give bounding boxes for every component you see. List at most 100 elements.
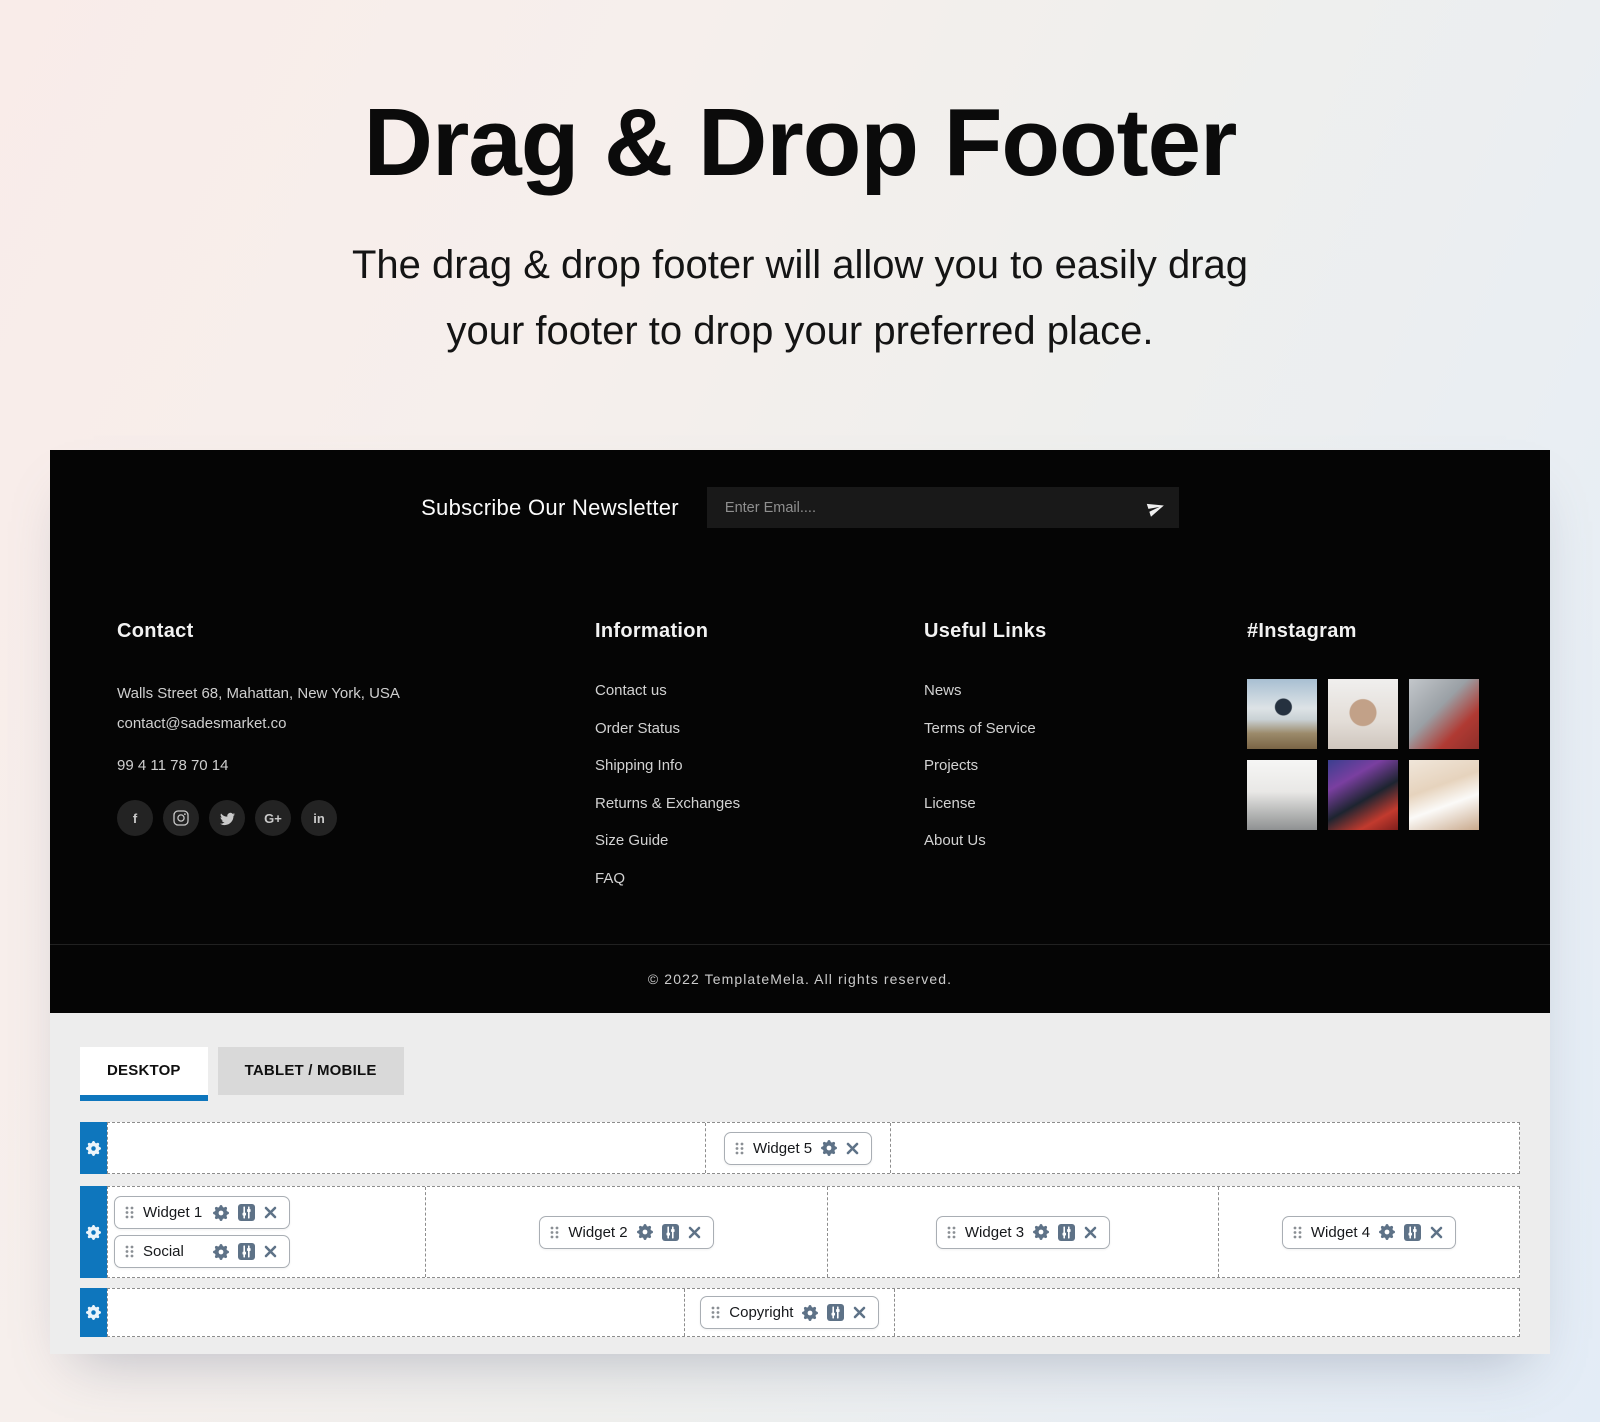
drag-handle-icon[interactable]: [711, 1306, 720, 1319]
widget-remove-x-icon[interactable]: [264, 1245, 277, 1258]
footer-link[interactable]: Size Guide: [595, 829, 740, 852]
widget-pill-copyright[interactable]: Copyright: [700, 1296, 879, 1329]
tab-desktop[interactable]: DESKTOP: [80, 1047, 208, 1095]
builder-row: Widget 1 Social: [80, 1186, 1520, 1278]
drop-cell[interactable]: Widget 2: [426, 1187, 828, 1277]
instagram-photo-cyclist[interactable]: [1247, 679, 1317, 749]
widget-settings-gear-icon[interactable]: [213, 1205, 229, 1221]
instagram-icon[interactable]: [163, 800, 199, 836]
widget-label: Widget 5: [753, 1140, 812, 1157]
page-title: Drag & Drop Footer: [0, 0, 1600, 198]
widget-columns-sliders-icon[interactable]: [1058, 1224, 1075, 1241]
gear-icon: [86, 1141, 101, 1156]
instagram-grid: [1247, 679, 1479, 830]
drop-cell[interactable]: Widget 5: [706, 1123, 891, 1173]
widget-label: Widget 3: [965, 1224, 1024, 1241]
footer-link[interactable]: Contact us: [595, 679, 740, 702]
information-heading: Information: [595, 620, 740, 643]
newsletter-input-box: [707, 487, 1179, 528]
instagram-heading: #Instagram: [1247, 620, 1479, 643]
tab-tablet-mobile[interactable]: TABLET / MOBILE: [218, 1047, 404, 1095]
facebook-icon[interactable]: f: [117, 800, 153, 836]
widget-remove-x-icon[interactable]: [853, 1306, 866, 1319]
social-links: f G+ in: [117, 800, 400, 836]
contact-email[interactable]: contact@sadesmarket.co: [117, 709, 400, 739]
footer-link[interactable]: FAQ: [595, 867, 740, 890]
widget-label: Widget 2: [568, 1224, 627, 1241]
paper-plane-icon: [1147, 499, 1165, 517]
drop-cell[interactable]: Widget 4: [1219, 1187, 1519, 1277]
drop-cell[interactable]: Widget 3: [828, 1187, 1219, 1277]
contact-address: Walls Street 68, Mahattan, New York, USA: [117, 679, 400, 709]
footer-link[interactable]: Returns & Exchanges: [595, 792, 740, 815]
instagram-photo-bedroom[interactable]: [1247, 760, 1317, 830]
footer-link[interactable]: License: [924, 792, 1047, 815]
drag-handle-icon[interactable]: [947, 1226, 956, 1239]
builder-tabs: DESKTOP TABLET / MOBILE: [80, 1047, 1520, 1095]
drop-cell[interactable]: [108, 1289, 685, 1336]
instagram-photo-mechanic[interactable]: [1409, 679, 1479, 749]
widget-remove-x-icon[interactable]: [688, 1226, 701, 1239]
drop-cell[interactable]: [895, 1289, 1519, 1336]
footer-link[interactable]: Order Status: [595, 717, 740, 740]
footer-link[interactable]: Terms of Service: [924, 717, 1047, 740]
instagram-photo-firefighter[interactable]: [1328, 760, 1398, 830]
widget-settings-gear-icon[interactable]: [802, 1305, 818, 1321]
useful-links-heading: Useful Links: [924, 620, 1047, 643]
google-plus-icon[interactable]: G+: [255, 800, 291, 836]
page-subtitle: The drag & drop footer will allow you to…: [0, 232, 1600, 364]
widget-settings-gear-icon[interactable]: [637, 1224, 653, 1240]
row-settings-button[interactable]: [80, 1288, 107, 1337]
widget-columns-sliders-icon[interactable]: [662, 1224, 679, 1241]
drag-handle-icon[interactable]: [125, 1206, 134, 1219]
contact-column: Contact Walls Street 68, Mahattan, New Y…: [117, 620, 400, 836]
widget-columns-sliders-icon[interactable]: [827, 1304, 844, 1321]
drop-cell[interactable]: Widget 1 Social: [108, 1187, 426, 1277]
widget-remove-x-icon[interactable]: [264, 1206, 277, 1219]
drop-cell[interactable]: Copyright: [685, 1289, 895, 1336]
widget-pill-widget-2[interactable]: Widget 2: [539, 1216, 713, 1249]
widget-pill-widget-1[interactable]: Widget 1: [114, 1196, 290, 1229]
drag-handle-icon[interactable]: [1293, 1226, 1302, 1239]
widget-pill-social[interactable]: Social: [114, 1235, 290, 1268]
footer-preview-card: Subscribe Our Newsletter Contact Walls S…: [50, 450, 1550, 1354]
instagram-photo-wedding[interactable]: [1409, 760, 1479, 830]
widget-remove-x-icon[interactable]: [1084, 1226, 1097, 1239]
footer-link[interactable]: Shipping Info: [595, 754, 740, 777]
widget-columns-sliders-icon[interactable]: [238, 1243, 255, 1260]
linkedin-icon[interactable]: in: [301, 800, 337, 836]
widget-settings-gear-icon[interactable]: [821, 1140, 837, 1156]
drag-handle-icon[interactable]: [125, 1245, 134, 1258]
widget-pill-widget-5[interactable]: Widget 5: [724, 1132, 872, 1165]
widget-columns-sliders-icon[interactable]: [238, 1204, 255, 1221]
footer-link[interactable]: Projects: [924, 754, 1047, 777]
widget-remove-x-icon[interactable]: [1430, 1226, 1443, 1239]
row-settings-button[interactable]: [80, 1122, 107, 1174]
hero-section: Drag & Drop Footer The drag & drop foote…: [0, 0, 1600, 364]
contact-heading: Contact: [117, 620, 400, 643]
footer-columns: Contact Walls Street 68, Mahattan, New Y…: [50, 565, 1550, 944]
contact-phone[interactable]: 99 4 11 78 70 14: [117, 756, 400, 776]
twitter-icon[interactable]: [209, 800, 245, 836]
widget-pill-widget-4[interactable]: Widget 4: [1282, 1216, 1456, 1249]
newsletter-label: Subscribe Our Newsletter: [421, 495, 679, 521]
instagram-column: #Instagram: [1247, 620, 1479, 830]
widget-settings-gear-icon[interactable]: [1379, 1224, 1395, 1240]
drop-cell[interactable]: [108, 1123, 706, 1173]
drag-handle-icon[interactable]: [735, 1142, 744, 1155]
widget-pill-widget-3[interactable]: Widget 3: [936, 1216, 1110, 1249]
instagram-photo-child-glasses[interactable]: [1328, 679, 1398, 749]
gear-icon: [86, 1225, 101, 1240]
footer-link[interactable]: About Us: [924, 829, 1047, 852]
widget-label: Social: [143, 1243, 204, 1260]
drag-handle-icon[interactable]: [550, 1226, 559, 1239]
send-button[interactable]: [1147, 499, 1165, 517]
drop-cell[interactable]: [891, 1123, 1519, 1173]
row-settings-button[interactable]: [80, 1186, 107, 1278]
widget-settings-gear-icon[interactable]: [1033, 1224, 1049, 1240]
footer-link[interactable]: News: [924, 679, 1047, 702]
widget-columns-sliders-icon[interactable]: [1404, 1224, 1421, 1241]
widget-settings-gear-icon[interactable]: [213, 1244, 229, 1260]
widget-remove-x-icon[interactable]: [846, 1142, 859, 1155]
email-input[interactable]: [723, 499, 1139, 517]
